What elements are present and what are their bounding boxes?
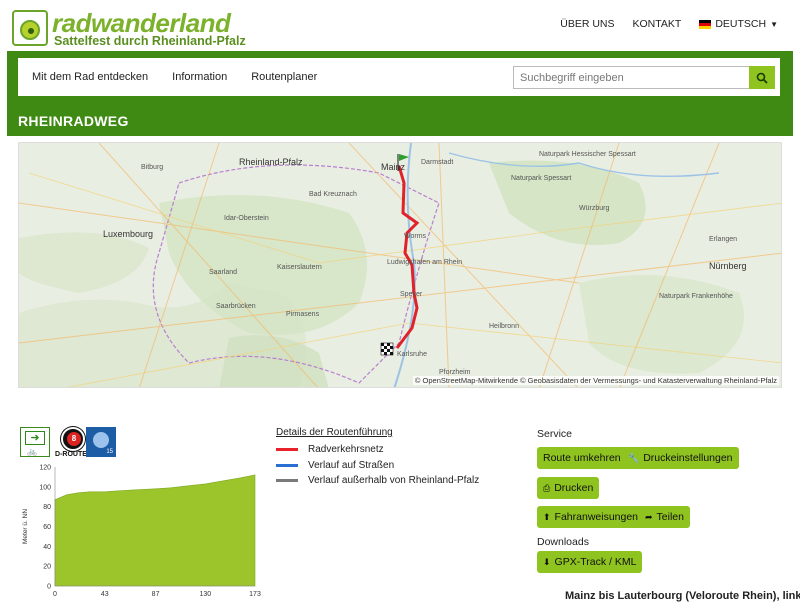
- caret-down-icon: ▼: [770, 19, 778, 29]
- page: radwanderland Sattelfest durch Rheinland…: [0, 0, 800, 605]
- directions-label: Fahranweisungen: [554, 511, 639, 523]
- brand-tagline: Sattelfest durch Rheinland-Pfalz: [54, 34, 246, 48]
- y-tick-label: 120: [39, 465, 51, 472]
- legend-item: Verlauf außerhalb von Rheinland-Pfalz: [276, 473, 479, 489]
- language-selector[interactable]: DEUTSCH ▼: [699, 18, 778, 30]
- y-tick-label: 20: [43, 564, 51, 571]
- gpx-download-button[interactable]: ⬇ GPX-Track / KML: [537, 551, 643, 573]
- legend-label: Verlauf auf Straßen: [308, 459, 395, 471]
- d-route-number: 8: [67, 432, 81, 446]
- language-label: DEUTSCH: [715, 18, 767, 30]
- print-label: Drucken: [554, 482, 594, 494]
- map-label-ludwigshafen: Ludwigshafen am Rhein: [387, 259, 463, 266]
- menu-route-planner[interactable]: Routenplaner: [251, 71, 317, 83]
- map-label-luxembourg: Luxembourg: [103, 229, 154, 239]
- map-label-mainz: Mainz: [381, 162, 406, 172]
- legend-header: Details der Routenführung: [276, 427, 393, 438]
- menu-information[interactable]: Information: [172, 71, 227, 83]
- map-label-bad-kreuznach: Bad Kreuznach: [309, 191, 357, 198]
- wrench-icon: 🔧: [628, 452, 640, 463]
- reverse-route-label: Route umkehren: [543, 452, 621, 464]
- print-button[interactable]: ⎙ Drucken: [537, 477, 600, 499]
- print-settings-button[interactable]: 🔧 Druckeinstellungen: [622, 447, 739, 469]
- d-route-label: D-ROUTE: [55, 451, 87, 458]
- download-icon: ⬇: [543, 556, 551, 567]
- x-tick-label: 173: [249, 591, 261, 598]
- map-label-rlp: Rheinland-Pfalz: [239, 157, 303, 167]
- route-legend: Details der Routenführung Radverkehrsnet…: [276, 427, 479, 489]
- y-axis-label: Meter ü. NN: [22, 509, 29, 544]
- main-menu: Mit dem Rad entdecken Information Routen…: [32, 71, 341, 83]
- x-tick-label: 130: [199, 591, 211, 598]
- map-label-bitburg: Bitburg: [141, 164, 164, 171]
- legend-item: Verlauf auf Straßen: [276, 458, 479, 474]
- contact-link[interactable]: KONTAKT: [633, 18, 682, 30]
- reverse-route-button[interactable]: Route umkehren: [537, 447, 627, 469]
- search-button[interactable]: [749, 66, 775, 89]
- map-label-nuernberg: Nürnberg: [709, 261, 747, 271]
- signpost-icon: ⬆: [543, 511, 551, 522]
- legend-label: Radverkehrsnetz: [308, 444, 384, 456]
- share-icon: ➦: [645, 511, 653, 522]
- search-icon: [756, 72, 768, 84]
- route-sign-badge: ➜ 🚲: [20, 427, 50, 457]
- map-label-spessart: Naturpark Spessart: [511, 175, 572, 182]
- map-label-kaiserslautern: Kaiserslautern: [277, 264, 322, 271]
- y-tick-label: 0: [47, 584, 51, 591]
- page-title: RHEINRADWEG: [18, 113, 129, 129]
- share-button[interactable]: ➦ Teilen: [639, 506, 690, 528]
- map-label-worms: Worms: [404, 233, 427, 240]
- legend-swatch-red: [276, 448, 298, 452]
- printer-icon: ⎙: [543, 482, 551, 493]
- downloads-heading: Downloads: [537, 536, 589, 548]
- legend-swatch-blue: [276, 463, 298, 467]
- arrow-right-icon: ➜: [25, 431, 45, 445]
- cyclist-icon: [93, 432, 109, 448]
- x-tick-label: 87: [152, 591, 160, 598]
- top-navigation: ÜBER UNS KONTAKT DEUTSCH ▼: [560, 18, 778, 30]
- eurovelo-badge: 15: [86, 427, 116, 457]
- map-credit: © OpenStreetMap-Mitwirkende © Geobasisda…: [412, 376, 779, 385]
- map-label-wuerzburg: Würzburg: [579, 205, 610, 212]
- service-heading: Service: [537, 428, 573, 440]
- route-map[interactable]: Bitburg Rheinland-Pfalz Mainz Darmstadt …: [18, 142, 782, 388]
- german-flag-icon: [699, 19, 712, 29]
- x-tick-label: 0: [53, 591, 57, 598]
- d-route-badge: 8 D-ROUTE: [53, 427, 87, 458]
- y-tick-label: 40: [43, 544, 51, 551]
- map-label-frankenhoehe: Naturpark Frankenhöhe: [659, 293, 733, 300]
- map-label-heilbronn: Heilbronn: [489, 323, 519, 330]
- print-settings-label: Druckeinstellungen: [643, 452, 733, 464]
- map-label-speyer: Speyer: [400, 291, 423, 298]
- y-tick-label: 60: [43, 524, 51, 531]
- search-input[interactable]: Suchbegriff eingeben: [513, 66, 749, 89]
- bicycle-icon: 🚲: [27, 447, 37, 456]
- y-tick-label: 80: [43, 504, 51, 511]
- route-section-title: Mainz bis Lauterbourg (Veloroute Rhein),…: [565, 590, 800, 602]
- directions-button[interactable]: ⬆ Fahranweisungen: [537, 506, 645, 528]
- map-label-hess-spessart: Naturpark Hessischer Spessart: [539, 151, 636, 158]
- share-label: Teilen: [656, 511, 684, 523]
- map-label-idar-oberstein: Idar-Oberstein: [224, 215, 269, 222]
- map-label-pforzheim: Pforzheim: [439, 369, 471, 376]
- map-label-pirmasens: Pirmasens: [286, 311, 320, 318]
- legend-label: Verlauf außerhalb von Rheinland-Pfalz: [308, 475, 480, 487]
- map-label-karlsruhe: Karlsruhe: [397, 351, 427, 358]
- elevation-profile-chart: 0 20 40 60 80 100 120 0 43 87 130 173 Meter ü. NN: [22, 465, 261, 599]
- x-tick-label: 43: [101, 591, 109, 598]
- map-label-saarland: Saarland: [209, 269, 238, 276]
- map-label-darmstadt: Darmstadt: [421, 159, 454, 166]
- logo-icon[interactable]: [12, 10, 48, 46]
- eurovelo-number: 15: [106, 449, 113, 455]
- about-link[interactable]: ÜBER UNS: [560, 18, 614, 30]
- elevation-area: [54, 474, 256, 587]
- map-label-erlangen: Erlangen: [709, 236, 738, 243]
- legend-item: Radverkehrsnetz: [276, 442, 479, 458]
- legend-swatch-grey: [276, 479, 298, 483]
- map-label-saarbruecken: Saarbrücken: [216, 303, 256, 310]
- y-tick-label: 100: [39, 484, 51, 491]
- gpx-label: GPX-Track / KML: [554, 556, 637, 568]
- menu-discover[interactable]: Mit dem Rad entdecken: [32, 71, 148, 83]
